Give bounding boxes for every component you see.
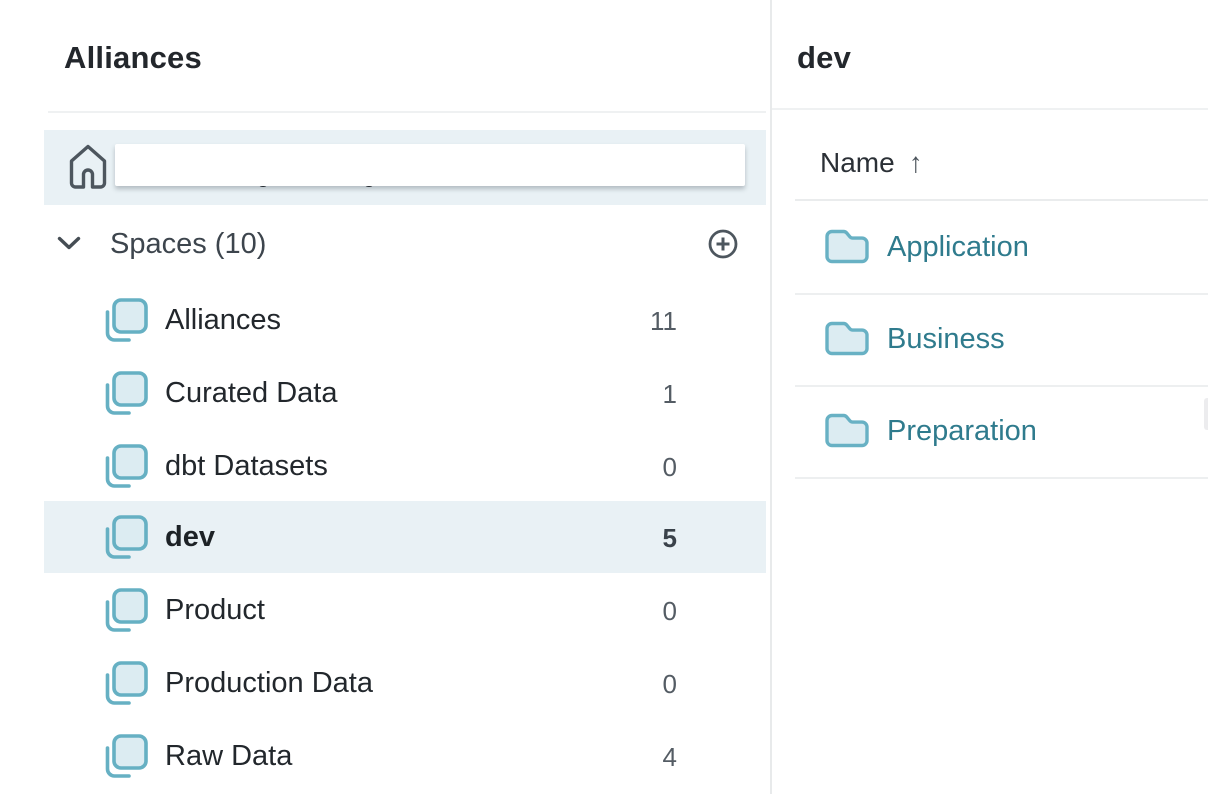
table-row-business[interactable]: Business xyxy=(795,293,1208,387)
space-name: Production Data xyxy=(165,667,373,700)
space-count: 0 xyxy=(663,596,677,627)
sidebar-item-alliances[interactable]: Alliances 11 xyxy=(44,284,766,356)
sidebar-item-dbt-datasets[interactable]: dbt Datasets 0 xyxy=(44,430,766,502)
space-count: 1 xyxy=(663,379,677,410)
spaces-section-label: Spaces (10) xyxy=(110,228,266,261)
table-row-application[interactable]: Application xyxy=(795,201,1208,295)
sort-ascending-icon: ↑ xyxy=(909,147,923,178)
sidebar-item-product[interactable]: Product 0 xyxy=(44,574,766,646)
clipped-edge-element xyxy=(1204,398,1208,430)
sidebar-item-curated-data[interactable]: Curated Data 1 xyxy=(44,357,766,429)
space-name: Raw Data xyxy=(165,740,292,773)
chevron-down-icon[interactable] xyxy=(56,234,82,252)
spaces-section-header[interactable]: Spaces (10) xyxy=(44,225,766,263)
space-icon xyxy=(102,370,150,418)
space-icon xyxy=(102,443,150,491)
home-row[interactable] xyxy=(44,130,766,205)
space-icon xyxy=(102,660,150,708)
space-icon xyxy=(102,587,150,635)
space-count: 5 xyxy=(663,523,677,554)
space-count: 0 xyxy=(663,452,677,483)
divider xyxy=(772,108,1208,110)
plus-circle-icon xyxy=(707,228,739,260)
space-count: 4 xyxy=(663,742,677,773)
space-count: 0 xyxy=(663,669,677,700)
folder-link[interactable]: Preparation xyxy=(887,415,1037,448)
panel-divider xyxy=(770,0,772,794)
sidebar-item-dev[interactable]: dev 5 xyxy=(44,501,766,573)
folder-link[interactable]: Business xyxy=(887,323,1005,356)
folder-icon xyxy=(823,226,871,268)
space-icon xyxy=(102,514,150,562)
space-icon xyxy=(102,297,150,345)
folder-link[interactable]: Application xyxy=(887,231,1029,264)
page-title-dev: dev xyxy=(797,40,851,76)
table-row-preparation[interactable]: Preparation xyxy=(795,385,1208,479)
space-icon xyxy=(102,733,150,781)
space-name: dbt Datasets xyxy=(165,450,328,483)
folder-icon xyxy=(823,318,871,360)
add-space-button[interactable] xyxy=(707,228,739,260)
column-header-name[interactable]: Name ↑ xyxy=(820,147,923,179)
page-title: Alliances xyxy=(64,40,202,76)
space-name: dev xyxy=(165,521,215,554)
redacted-text-overlay xyxy=(115,144,745,186)
sidebar-item-production-data[interactable]: Production Data 0 xyxy=(44,647,766,719)
column-header-label: Name xyxy=(820,147,895,178)
sidebar-item-raw-data[interactable]: Raw Data 4 xyxy=(44,720,766,792)
folder-icon xyxy=(823,410,871,452)
space-name: Curated Data xyxy=(165,377,338,410)
home-icon xyxy=(68,143,108,190)
divider xyxy=(48,111,766,113)
space-count: 11 xyxy=(650,306,677,337)
space-name: Alliances xyxy=(165,304,281,337)
space-name: Product xyxy=(165,594,265,627)
